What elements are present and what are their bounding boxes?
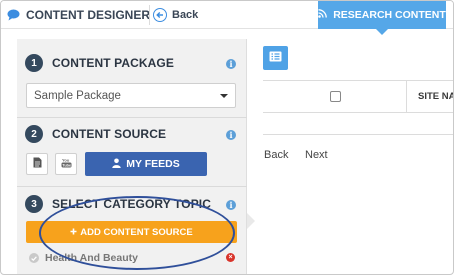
youtube-source-button[interactable]: You Tube bbox=[55, 153, 77, 175]
top-bar: CONTENT DESIGNER Back RESEARCH CONTENT bbox=[1, 1, 453, 35]
youtube-icon: You Tube bbox=[61, 155, 72, 173]
sidebar: 1 CONTENT PACKAGE i Sample Package 2 CON… bbox=[17, 39, 247, 274]
table-header-row: SITE NA bbox=[263, 81, 453, 113]
topbar-divider bbox=[149, 5, 150, 25]
research-content-button[interactable]: RESEARCH CONTENT bbox=[318, 1, 446, 35]
pager-back-link[interactable]: Back bbox=[264, 149, 288, 161]
plus-icon bbox=[70, 227, 77, 238]
back-button-label: Back bbox=[172, 9, 199, 21]
section-content-package: 1 CONTENT PACKAGE bbox=[25, 53, 174, 73]
step-number-badge: 2 bbox=[25, 125, 43, 143]
section-title: CONTENT PACKAGE bbox=[52, 56, 174, 70]
section-content-source: 2 CONTENT SOURCE bbox=[25, 124, 166, 144]
back-arrow-icon bbox=[153, 8, 167, 22]
package-select-value: Sample Package bbox=[34, 89, 121, 102]
results-table: SITE NA bbox=[263, 80, 453, 135]
list-icon bbox=[269, 49, 282, 67]
section-category-topic: 3 SELECT CATEGORY TOPIC bbox=[25, 194, 211, 214]
table-row bbox=[263, 113, 453, 135]
add-content-source-button[interactable]: ADD CONTENT SOURCE bbox=[26, 221, 237, 243]
app-title-text: CONTENT DESIGNER bbox=[26, 8, 151, 22]
sidebar-pointer-arrow bbox=[247, 213, 255, 229]
content-package-select[interactable]: Sample Package bbox=[26, 83, 236, 108]
chevron-down-icon bbox=[220, 94, 228, 98]
file-source-button[interactable] bbox=[26, 153, 48, 175]
file-icon bbox=[33, 155, 42, 173]
check-icon bbox=[29, 253, 39, 263]
step-number-badge: 3 bbox=[25, 195, 43, 213]
user-icon bbox=[112, 158, 121, 171]
section-title: SELECT CATEGORY TOPIC bbox=[52, 197, 212, 211]
svg-text:Tube: Tube bbox=[62, 164, 71, 168]
info-icon[interactable]: i bbox=[226, 200, 236, 210]
info-icon[interactable]: i bbox=[226, 59, 236, 69]
research-content-label: RESEARCH CONTENT bbox=[333, 9, 446, 21]
topic-label: Health And Beauty bbox=[45, 252, 138, 264]
svg-text:You: You bbox=[62, 158, 70, 163]
list-view-button[interactable] bbox=[263, 46, 288, 70]
add-content-source-label: ADD CONTENT SOURCE bbox=[80, 226, 193, 238]
back-button[interactable]: Back bbox=[153, 1, 198, 29]
info-icon[interactable]: i bbox=[226, 130, 236, 140]
content-designer-window: CONTENT DESIGNER Back RESEARCH CONTENT 1… bbox=[0, 0, 454, 275]
section-divider bbox=[17, 117, 247, 118]
column-divider bbox=[406, 81, 407, 113]
pager-next-link[interactable]: Next bbox=[305, 149, 328, 161]
rss-icon bbox=[318, 9, 328, 21]
remove-icon[interactable]: × bbox=[226, 253, 235, 262]
my-feeds-button[interactable]: MY FEEDS bbox=[85, 152, 207, 176]
chat-icon bbox=[7, 9, 20, 21]
column-header-site-name[interactable]: SITE NA bbox=[418, 91, 453, 102]
app-title: CONTENT DESIGNER bbox=[7, 1, 150, 29]
topic-item[interactable]: Health And Beauty × bbox=[29, 251, 239, 265]
section-title: CONTENT SOURCE bbox=[52, 127, 167, 141]
select-all-checkbox[interactable] bbox=[330, 91, 341, 102]
my-feeds-label: MY FEEDS bbox=[126, 158, 180, 170]
section-divider bbox=[17, 186, 247, 187]
step-number-badge: 1 bbox=[25, 54, 43, 72]
